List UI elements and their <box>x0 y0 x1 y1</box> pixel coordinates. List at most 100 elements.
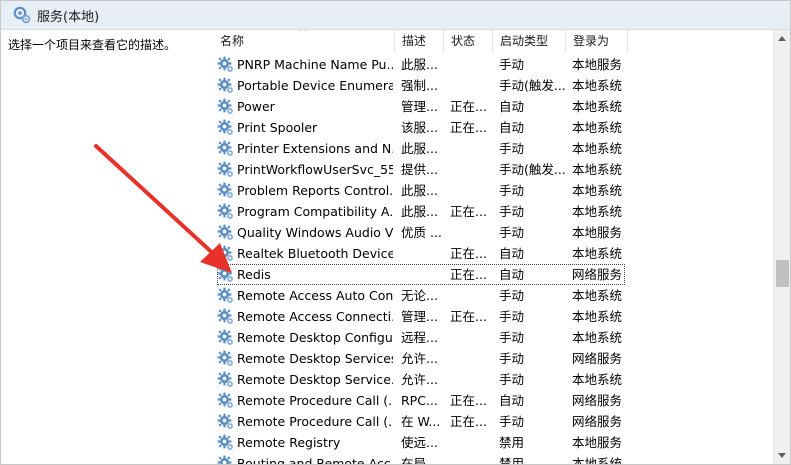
list-header: 名称 ^ 描述 状态 启动类型 登录为 <box>213 30 772 53</box>
service-startup-type: 手动 <box>499 183 525 198</box>
gear-icon <box>217 182 233 198</box>
table-row[interactable]: Redis 正在... 自动 网络服务 <box>213 264 772 285</box>
service-logon-as: 本地系统 <box>572 309 623 324</box>
service-status <box>450 180 494 201</box>
column-header-name[interactable]: 名称 ^ <box>213 30 395 53</box>
service-name: PrintWorkflowUserSvc_55... <box>237 162 393 177</box>
service-logon-as: 本地系统 <box>572 141 623 156</box>
description-pane: 选择一个项目来查看它的描述。 <box>1 30 211 464</box>
gear-icon <box>217 455 232 464</box>
table-row[interactable]: Print Spooler 该服... 正在... 自动 本地系统 <box>213 117 772 138</box>
service-logon-as: 网络服务 <box>572 393 623 408</box>
gear-icon <box>217 77 233 93</box>
column-header-startup-type[interactable]: 启动类型 <box>493 30 566 53</box>
service-name: Remote Procedure Call (... <box>237 393 393 408</box>
gear-icon <box>217 350 233 366</box>
table-row[interactable]: Printer Extensions and N... 此服... 手动 本地系… <box>213 138 772 159</box>
service-description: 在局... <box>401 456 438 464</box>
service-description: 管理... <box>401 309 438 324</box>
service-description: RPC... <box>401 393 438 408</box>
column-header-logon-as[interactable]: 登录为 <box>566 30 628 53</box>
gear-icon <box>217 371 233 387</box>
gear-icon <box>217 203 233 219</box>
service-startup-type: 手动(触发... <box>499 78 565 93</box>
service-name: Redis <box>237 267 271 282</box>
service-description: 此服... <box>401 57 438 72</box>
column-header-status[interactable]: 状态 <box>444 30 493 53</box>
service-description: 优质 ... <box>401 225 442 240</box>
service-startup-type: 自动 <box>499 99 525 114</box>
service-description: 强制... <box>401 78 438 93</box>
service-description: 允许... <box>401 351 438 366</box>
service-status <box>450 432 494 453</box>
table-row[interactable]: Quality Windows Audio V... 优质 ... 手动 本地服… <box>213 222 772 243</box>
service-startup-type: 手动 <box>499 204 525 219</box>
table-row[interactable]: PrintWorkflowUserSvc_55... 提供... 手动(触发..… <box>213 159 772 180</box>
service-status <box>450 138 494 159</box>
gear-icon <box>217 434 233 450</box>
table-row[interactable]: Remote Access Connecti... 管理... 正在... 手动… <box>213 306 772 327</box>
service-status <box>450 54 494 75</box>
service-logon-as: 本地服务 <box>572 57 623 72</box>
table-row[interactable]: Remote Procedure Call (... RPC... 正在... … <box>213 390 772 411</box>
service-startup-type: 手动 <box>499 372 525 387</box>
service-name: Remote Desktop Configu... <box>237 330 393 345</box>
table-row[interactable]: Routing and Remote Acc... 在局... 禁用 本地系统 <box>213 453 772 464</box>
table-row[interactable]: Power 管理... 正在... 自动 本地系统 <box>213 96 772 117</box>
service-status <box>450 285 494 306</box>
window-title: 服务(本地) <box>37 9 100 25</box>
service-startup-type: 禁用 <box>499 456 525 464</box>
service-status: 正在... <box>450 309 487 324</box>
service-name: Remote Access Auto Con... <box>237 288 393 303</box>
table-row[interactable]: Remote Access Auto Con... 无论... 手动 本地系统 <box>213 285 772 306</box>
service-logon-as: 网络服务 <box>572 267 623 282</box>
service-description: 此服... <box>401 183 438 198</box>
gear-icon <box>217 245 233 261</box>
service-logon-as: 本地服务 <box>572 435 623 450</box>
table-row[interactable]: PNRP Machine Name Pu... 此服... 手动 本地服务 <box>213 54 772 75</box>
gear-icon <box>217 308 233 324</box>
table-row[interactable]: Portable Device Enumera... 强制... 手动(触发..… <box>213 75 772 96</box>
services-list[interactable]: 名称 ^ 描述 状态 启动类型 登录为 PNRP Machine Name Pu… <box>213 30 772 464</box>
table-row[interactable]: Problem Reports Control... 此服... 手动 本地系统 <box>213 180 772 201</box>
column-header-name-label: 名称 <box>220 34 245 48</box>
service-startup-type: 手动 <box>499 351 525 366</box>
column-header-description[interactable]: 描述 <box>395 30 444 53</box>
gear-icon <box>217 119 233 135</box>
vertical-scrollbar[interactable] <box>773 30 790 464</box>
service-logon-as: 网络服务 <box>572 414 623 429</box>
service-name: Quality Windows Audio V... <box>237 225 393 240</box>
service-description: 在 W... <box>401 414 441 429</box>
service-startup-type: 自动 <box>499 246 525 261</box>
scroll-down-icon[interactable] <box>778 453 786 458</box>
scrollbar-thumb[interactable] <box>776 260 789 287</box>
service-status: 正在... <box>450 246 487 261</box>
service-description: 远程... <box>401 330 438 345</box>
service-name: Remote Procedure Call (... <box>237 414 393 429</box>
service-name: Portable Device Enumera... <box>237 78 393 93</box>
service-description: 该服... <box>401 120 438 135</box>
service-startup-type: 自动 <box>499 267 525 282</box>
service-description: 允许... <box>401 372 438 387</box>
services-icon <box>13 6 31 24</box>
service-description: 此服... <box>401 141 438 156</box>
gear-icon <box>217 161 233 177</box>
table-row[interactable]: Program Compatibility A... 此服... 正在... 手… <box>213 201 772 222</box>
table-row[interactable]: Remote Desktop Services 允许... 手动 网络服务 <box>213 348 772 369</box>
service-logon-as: 本地系统 <box>572 288 623 303</box>
table-row[interactable]: Remote Desktop Service... 允许... 手动 本地系统 <box>213 369 772 390</box>
service-name: Remote Registry <box>237 435 341 450</box>
table-row[interactable]: Remote Desktop Configu... 远程... 手动 本地系统 <box>213 327 772 348</box>
service-name: Remote Desktop Services <box>237 351 393 366</box>
gear-icon <box>217 266 233 282</box>
table-row[interactable]: Realtek Bluetooth Device... 正在... 自动 本地系… <box>213 243 772 264</box>
service-status: 正在... <box>450 120 487 135</box>
scroll-up-icon[interactable] <box>778 36 786 41</box>
service-name: Printer Extensions and N... <box>237 141 393 156</box>
service-name: Routing and Remote Acc... <box>237 456 393 464</box>
table-row[interactable]: Remote Procedure Call (... 在 W... 正在... … <box>213 411 772 432</box>
table-row[interactable]: Remote Registry 使远... 禁用 本地服务 <box>213 432 772 453</box>
title-bar: 服务(本地) <box>1 1 790 30</box>
service-logon-as: 本地系统 <box>572 372 623 387</box>
service-status: 正在... <box>450 414 487 429</box>
